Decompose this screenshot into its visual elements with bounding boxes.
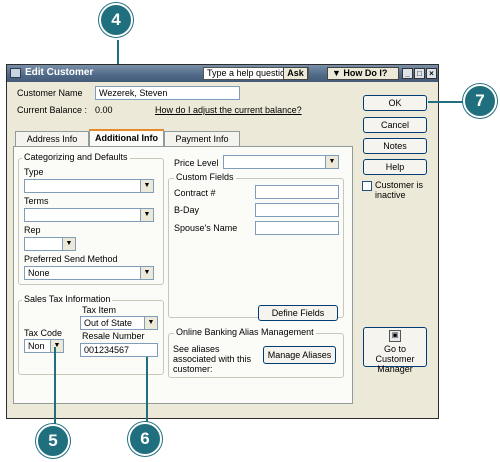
how-do-i-label: How Do I? xyxy=(343,68,388,78)
tax-code-value: Non xyxy=(28,341,45,351)
edit-customer-window: Edit Customer Type a help question Ask ▼… xyxy=(6,64,439,419)
chevron-down-icon: ▼ xyxy=(332,68,344,78)
go-to-customer-manager-label: Go to Customer Manager xyxy=(375,344,415,374)
callout-5-line xyxy=(54,347,56,425)
define-fields-button[interactable]: Define Fields xyxy=(258,305,338,321)
contract-field[interactable] xyxy=(255,185,339,199)
chevron-down-icon: ▼ xyxy=(62,238,75,250)
chevron-down-icon: ▼ xyxy=(325,156,338,168)
spouse-name-field[interactable] xyxy=(255,221,339,235)
tax-code-label: Tax Code xyxy=(24,328,63,338)
chevron-down-icon: ▼ xyxy=(144,317,157,329)
resale-number-label: Resale Number xyxy=(82,331,145,341)
tab-address-info[interactable]: Address Info xyxy=(15,131,89,147)
bday-label: B-Day xyxy=(174,205,200,215)
maximize-button[interactable]: □ xyxy=(414,68,425,79)
tab-additional-info[interactable]: Additional Info xyxy=(89,129,164,147)
custom-fields-legend: Custom Fields xyxy=(174,172,236,182)
sales-tax-legend: Sales Tax Information xyxy=(22,294,113,304)
manage-aliases-button[interactable]: Manage Aliases xyxy=(263,346,336,364)
callout-7: 7 xyxy=(463,84,497,118)
additional-info-panel: Categorizing and Defaults Type ▼ Terms ▼… xyxy=(13,146,353,404)
send-method-select[interactable]: None ▼ xyxy=(24,266,154,280)
aliases-description: See aliases associated with this custome… xyxy=(173,344,252,374)
send-method-value: None xyxy=(28,268,50,278)
custom-fields-group xyxy=(168,178,344,318)
window-title: Edit Customer xyxy=(25,67,94,78)
chevron-down-icon: ▼ xyxy=(140,209,153,221)
customer-inactive-checkbox[interactable] xyxy=(362,181,372,191)
notes-button[interactable]: Notes xyxy=(363,138,427,154)
adjust-balance-link[interactable]: How do I adjust the current balance? xyxy=(155,105,302,115)
terms-label: Terms xyxy=(24,196,49,206)
customer-name-label: Customer Name xyxy=(17,88,83,98)
categorizing-legend: Categorizing and Defaults xyxy=(22,152,130,162)
current-balance-label: Current Balance : xyxy=(17,105,88,115)
close-button[interactable]: × xyxy=(426,68,437,79)
rep-label: Rep xyxy=(24,225,41,235)
chevron-down-icon: ▼ xyxy=(140,180,153,192)
tax-item-select[interactable]: Out of State ▼ xyxy=(80,316,158,330)
ok-button[interactable]: OK xyxy=(363,95,427,111)
callout-6-line xyxy=(146,357,148,423)
resale-number-field[interactable]: 001234567 xyxy=(80,343,158,357)
rep-select[interactable]: ▼ xyxy=(24,237,76,251)
price-level-select[interactable]: ▼ xyxy=(223,155,339,169)
chevron-down-icon: ▼ xyxy=(140,267,153,279)
callout-7-line xyxy=(428,101,464,103)
customer-name-field[interactable]: Wezerek, Steven xyxy=(95,86,240,100)
spouse-name-label: Spouse's Name xyxy=(174,223,238,233)
price-level-label: Price Level xyxy=(174,158,219,168)
customer-manager-icon: ▣ xyxy=(389,330,401,342)
bday-field[interactable] xyxy=(255,203,339,217)
chevron-down-icon: ▼ xyxy=(50,340,63,352)
help-button[interactable]: Help xyxy=(363,159,427,175)
how-do-i-dropdown[interactable]: ▼ How Do I? xyxy=(327,67,399,80)
app-icon xyxy=(10,68,21,78)
type-select[interactable]: ▼ xyxy=(24,179,154,193)
callout-6: 6 xyxy=(128,422,162,456)
type-label: Type xyxy=(24,167,44,177)
tax-item-label: Tax Item xyxy=(82,305,117,315)
callout-5: 5 xyxy=(36,424,70,458)
cancel-button[interactable]: Cancel xyxy=(363,117,427,133)
online-banking-legend: Online Banking Alias Management xyxy=(174,327,316,337)
contract-label: Contract # xyxy=(174,188,216,198)
tax-item-value: Out of State xyxy=(84,318,133,328)
current-balance-value: 0.00 xyxy=(95,105,113,115)
minimize-button[interactable]: _ xyxy=(402,68,413,79)
terms-select[interactable]: ▼ xyxy=(24,208,154,222)
title-bar: Edit Customer Type a help question Ask ▼… xyxy=(7,65,438,82)
go-to-customer-manager-button[interactable]: ▣ Go to Customer Manager xyxy=(363,327,427,374)
send-method-label: Preferred Send Method xyxy=(24,254,118,264)
callout-4: 4 xyxy=(99,3,133,37)
tab-payment-info[interactable]: Payment Info xyxy=(164,131,240,147)
customer-inactive-label: Customer is inactive xyxy=(375,180,424,200)
ask-button[interactable]: Ask xyxy=(283,67,308,80)
tax-code-select[interactable]: Non ▼ xyxy=(24,339,64,353)
